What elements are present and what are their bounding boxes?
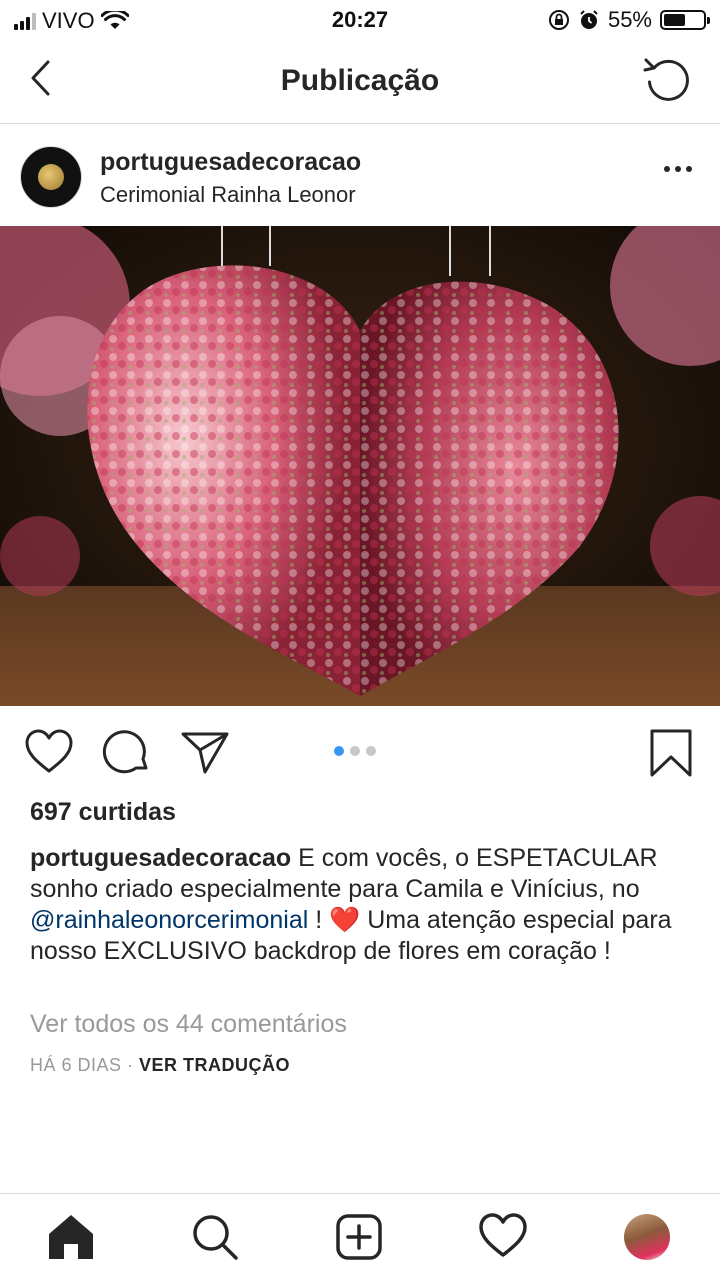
battery-icon: [660, 10, 710, 30]
likes-count[interactable]: 697 curtidas: [30, 798, 176, 827]
carousel-dot: [366, 746, 376, 756]
heart-icon[interactable]: [478, 1212, 528, 1262]
alarm-icon: [580, 10, 598, 29]
carousel-dot: [334, 746, 344, 756]
nav-bar: Publicação: [0, 40, 720, 124]
profile-avatar[interactable]: [624, 1214, 670, 1260]
post-caption: portuguesadecoracao E com vocês, o ESPET…: [30, 843, 700, 967]
home-icon[interactable]: [46, 1212, 96, 1262]
search-icon[interactable]: [190, 1212, 240, 1262]
post-actions: [0, 710, 720, 794]
author-avatar[interactable]: [20, 146, 82, 208]
battery-percent: 55%: [607, 7, 652, 32]
view-comments-link[interactable]: Ver todos os 44 comentários: [30, 1010, 347, 1039]
post-meta: HÁ 6 DIAS · VER TRADUÇÃO: [30, 1055, 290, 1076]
brand-logo: [38, 164, 64, 190]
translate-link[interactable]: VER TRADUÇÃO: [139, 1055, 290, 1075]
heart-icon[interactable]: [24, 728, 74, 778]
carousel-dot: [350, 746, 360, 756]
flower-heart-image: [0, 226, 720, 706]
page-title: Publicação: [280, 64, 440, 97]
post-header: portuguesadecoracao Cerimonial Rainha Le…: [0, 126, 720, 226]
refresh-icon[interactable]: [642, 54, 694, 106]
comment-icon[interactable]: [102, 728, 152, 778]
send-icon[interactable]: [180, 728, 230, 778]
post-photo[interactable]: [0, 226, 720, 706]
tab-bar: [0, 1193, 720, 1280]
more-options-button[interactable]: [664, 166, 692, 172]
meta-separator: ·: [121, 1055, 140, 1075]
post-location[interactable]: Cerimonial Rainha Leonor: [100, 182, 356, 208]
status-bar: VIVO 20:27 55%: [0, 0, 720, 40]
more-horizontal-icon: [664, 166, 670, 172]
plus-square-icon[interactable]: [334, 1212, 384, 1262]
bookmark-icon[interactable]: [646, 728, 696, 778]
post-time: HÁ 6 DIAS: [30, 1055, 122, 1075]
carousel-indicator: [334, 746, 376, 756]
caption-mention[interactable]: @rainhaleonorcerimonial: [30, 906, 308, 934]
author-username[interactable]: portuguesadecoracao: [100, 148, 361, 177]
caption-username[interactable]: portuguesadecoracao: [30, 844, 291, 872]
orientation-lock-icon: [548, 10, 569, 30]
status-right: 55%: [548, 7, 710, 33]
battery-fill: [664, 14, 685, 26]
